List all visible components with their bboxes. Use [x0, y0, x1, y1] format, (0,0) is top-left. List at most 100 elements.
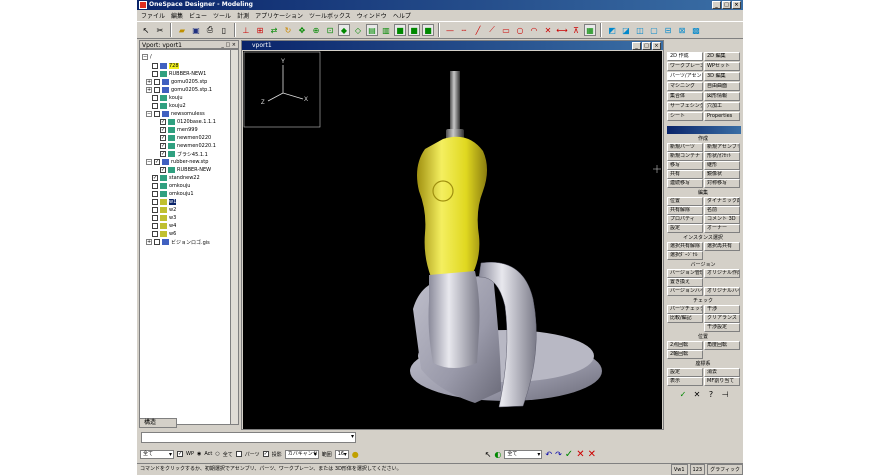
- checkbox[interactable]: ✓: [160, 127, 166, 133]
- view6-icon[interactable]: ⊠: [676, 24, 688, 36]
- menu-window[interactable]: ウィンドウ: [357, 11, 387, 20]
- array-copy-button[interactable]: 連続移写: [667, 179, 703, 188]
- menu-application[interactable]: アプリケーション: [255, 11, 303, 20]
- dynamic-place-button[interactable]: ダイナミック配置: [704, 197, 740, 206]
- expand-icon[interactable]: +: [146, 87, 152, 93]
- tab-shape-info[interactable]: 図形情報: [704, 92, 740, 101]
- angle-rotate-button[interactable]: 角度回転: [704, 341, 740, 350]
- cancel-icon[interactable]: ✕: [691, 388, 703, 400]
- interference-button[interactable]: 干渉: [704, 305, 740, 314]
- view1-icon[interactable]: ◩: [606, 24, 618, 36]
- ok-icon[interactable]: ✓: [677, 388, 689, 400]
- camera-icon[interactable]: ▦: [584, 24, 596, 36]
- coord-erase-button[interactable]: 消去: [704, 368, 740, 377]
- menu-view[interactable]: ビュー: [189, 11, 207, 20]
- name-button[interactable]: 名前: [704, 206, 740, 215]
- part-checkbox[interactable]: [235, 451, 242, 457]
- tab-surfacing[interactable]: サーフェシング: [667, 102, 703, 111]
- menu-file[interactable]: ファイル: [141, 11, 165, 20]
- select-icon[interactable]: ↖: [140, 24, 152, 36]
- accept-icon[interactable]: ✓: [565, 449, 573, 460]
- checkbox[interactable]: ✓: [160, 143, 166, 149]
- checkbox[interactable]: ✓: [160, 119, 166, 125]
- tab-workplane[interactable]: ワークプレーン: [667, 62, 703, 71]
- tab-3d-edit[interactable]: 3D 編集: [704, 72, 740, 81]
- vp-close-button[interactable]: ×: [652, 42, 661, 50]
- new-assembly-button[interactable]: 新規アセンブリ: [704, 143, 740, 152]
- select-unshare-button[interactable]: 選択共有解除: [667, 242, 703, 251]
- shade-icon[interactable]: ◆: [338, 24, 350, 36]
- original-highlight-button[interactable]: オリジナルハイライト: [704, 287, 740, 296]
- tree-item[interactable]: + ビジョンロゴ.gis: [146, 238, 210, 246]
- part-check-button[interactable]: パーツチェック: [667, 305, 703, 314]
- interference-setting-button[interactable]: 干渉設定: [704, 323, 740, 332]
- inherit-button[interactable]: 継形: [704, 161, 740, 170]
- mirror-button[interactable]: 鏡像状: [704, 170, 740, 179]
- view5-icon[interactable]: ⊟: [662, 24, 674, 36]
- redo-icon[interactable]: ↷: [555, 450, 562, 459]
- tree-item[interactable]: RUBBER-NEW1: [152, 70, 206, 78]
- proj-checkbox[interactable]: ✓: [262, 451, 269, 457]
- checkbox[interactable]: [152, 231, 158, 237]
- tree-item[interactable]: ✓ standnew22: [152, 174, 200, 182]
- tree-item[interactable]: − /: [142, 53, 152, 61]
- view7-icon[interactable]: ▩: [690, 24, 702, 36]
- tree-item[interactable]: ✓ RUBBER-NEW: [160, 166, 211, 174]
- reject-icon[interactable]: ✕: [576, 449, 584, 460]
- vp2-icon[interactable]: ■: [408, 24, 420, 36]
- zoom-icon[interactable]: ⊕: [310, 24, 322, 36]
- clip-icon[interactable]: ▯: [218, 24, 230, 36]
- view2-icon[interactable]: ◪: [620, 24, 632, 36]
- 3d-canvas[interactable]: Y X Z: [243, 51, 662, 429]
- tree-item[interactable]: ✓ newmen0220.1: [160, 142, 216, 150]
- shape-offset-button[interactable]: 形状/ｵﾌｾｯﾄ: [704, 152, 740, 161]
- workplane-icon[interactable]: ⊞: [254, 24, 266, 36]
- new-container-button[interactable]: 新規コンテナ: [667, 152, 703, 161]
- coord-set-button[interactable]: 設定: [667, 368, 703, 377]
- checkbox[interactable]: ✓: [154, 159, 160, 165]
- tab-freeform[interactable]: 自由曲面: [704, 82, 740, 91]
- new-part-button[interactable]: 新規パーツ: [667, 143, 703, 152]
- two-point-rotate-button[interactable]: 2点回転: [667, 341, 703, 350]
- vp1-icon[interactable]: ■: [394, 24, 406, 36]
- abort-icon[interactable]: ✕: [588, 449, 596, 460]
- view4-icon[interactable]: ▢: [648, 24, 660, 36]
- checkbox[interactable]: ✓: [160, 167, 166, 173]
- collapse-icon[interactable]: −: [146, 111, 152, 117]
- checkbox[interactable]: [154, 111, 160, 117]
- wire-icon[interactable]: ◇: [352, 24, 364, 36]
- pick-icon[interactable]: ◐: [494, 450, 501, 459]
- tab-wp-set[interactable]: WPセット: [704, 62, 740, 71]
- pointer-icon[interactable]: ↖: [485, 450, 492, 459]
- dline-icon[interactable]: ╱: [472, 24, 484, 36]
- expand-icon[interactable]: +: [146, 239, 152, 245]
- maximize-button[interactable]: □: [722, 1, 731, 9]
- tree-item[interactable]: 728: [152, 62, 179, 70]
- version-highlight-button[interactable]: バージョンハイライト: [667, 287, 703, 296]
- checkbox[interactable]: [152, 103, 158, 109]
- rect-icon[interactable]: ▭: [500, 24, 512, 36]
- checkbox[interactable]: [152, 215, 158, 221]
- view3-icon[interactable]: ◫: [634, 24, 646, 36]
- vp-minimize-button[interactable]: _: [632, 42, 641, 50]
- checkbox[interactable]: ✓: [160, 151, 166, 157]
- tree-item[interactable]: kouju2: [152, 102, 186, 110]
- tab-2d-create[interactable]: 2D 作成: [667, 52, 703, 61]
- tree-item[interactable]: ✓ men999: [160, 126, 198, 134]
- owner-button[interactable]: オーナー: [704, 224, 740, 233]
- menu-measure[interactable]: 計測: [237, 11, 249, 20]
- axis-icon[interactable]: ⊥: [240, 24, 252, 36]
- measure-icon[interactable]: ⊼: [570, 24, 582, 36]
- tab-parts-assembly[interactable]: パーツ/アセンブリ: [667, 72, 703, 81]
- tab-properties[interactable]: Properties: [704, 112, 740, 121]
- copy-button[interactable]: 移写: [667, 161, 703, 170]
- fit-icon[interactable]: ⊡: [324, 24, 336, 36]
- tab-hole[interactable]: 穴加工: [704, 102, 740, 111]
- tree-item[interactable]: ✓ ブラシ45.1.1: [160, 150, 208, 158]
- help-icon[interactable]: ?: [705, 388, 717, 400]
- original-create-button[interactable]: オリジナル作成: [704, 269, 740, 278]
- checkbox[interactable]: [154, 79, 160, 85]
- tree-item[interactable]: w4: [152, 222, 176, 230]
- tab-sheet[interactable]: シート: [667, 112, 703, 121]
- command-input[interactable]: ▾: [141, 432, 356, 443]
